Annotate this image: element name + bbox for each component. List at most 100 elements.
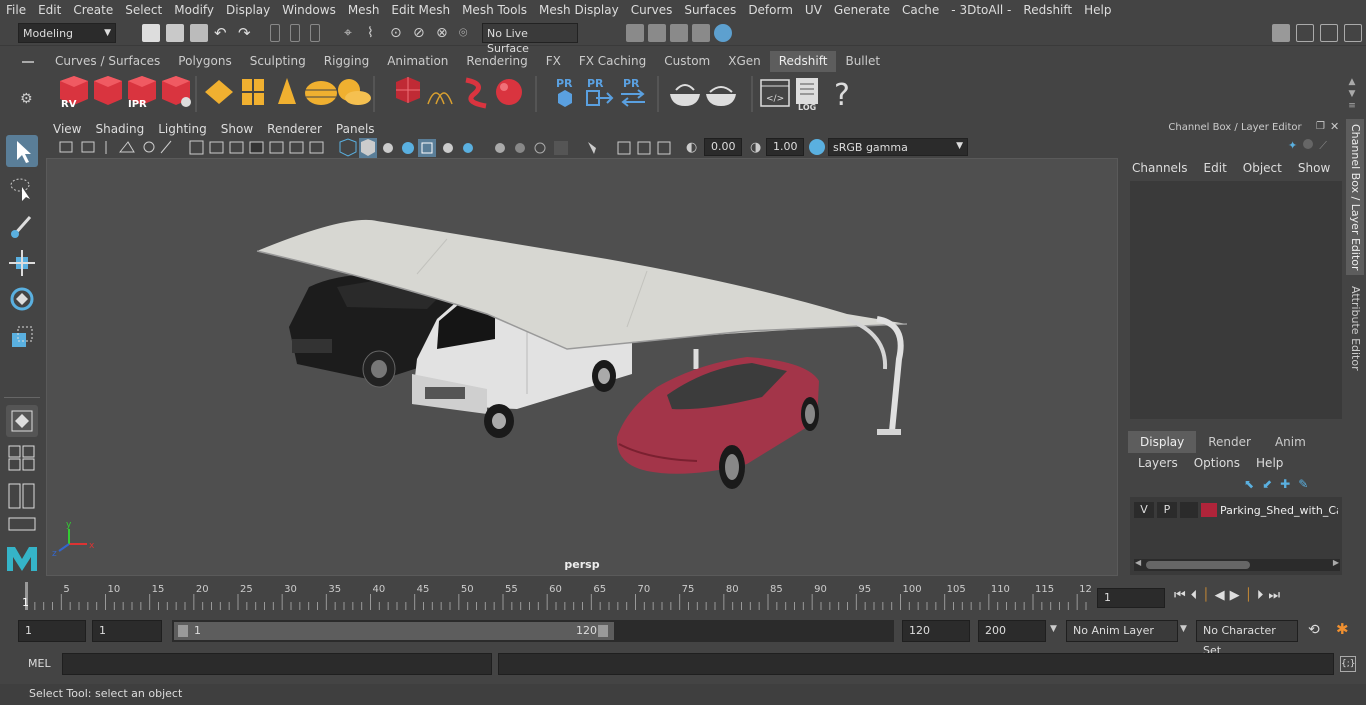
current-frame-field[interactable]: 1 <box>1097 588 1165 608</box>
tab-curves-surfaces[interactable]: Curves / Surfaces <box>46 51 169 72</box>
grid-toggle-icon[interactable] <box>189 140 204 155</box>
step-forward-frame-icon[interactable]: ⏐ <box>1245 588 1252 603</box>
rs-log-button[interactable] <box>796 78 818 104</box>
script-editor-icon[interactable]: {;} <box>1340 656 1356 672</box>
layout-two-pane-button[interactable] <box>8 483 36 509</box>
layer-display-type-toggle[interactable] <box>1180 502 1198 518</box>
float-panel-icon[interactable]: ❐ <box>1316 121 1325 132</box>
viewport-menu-view[interactable]: View <box>46 122 88 136</box>
layer-tab-render[interactable]: Render <box>1196 431 1263 453</box>
safe-title-icon[interactable] <box>309 141 324 154</box>
rs-proxy-import-button[interactable] <box>586 90 614 106</box>
menu-deform[interactable]: Deform <box>742 0 799 20</box>
lasso-tool-button[interactable] <box>6 173 38 205</box>
safe-action-icon[interactable] <box>289 141 304 154</box>
rs-help-button[interactable]: ? <box>834 78 850 113</box>
manipulator-icon[interactable]: ✦ <box>1288 139 1297 153</box>
tab-fx-caching[interactable]: FX Caching <box>570 51 655 72</box>
image-plane-icon[interactable] <box>118 141 135 153</box>
rs-render-sequence-button[interactable] <box>94 76 122 105</box>
new-scene-icon[interactable] <box>142 24 160 42</box>
playback-start-field[interactable]: 1 <box>92 620 162 642</box>
new-layer-icon[interactable]: ✚ <box>1280 477 1290 491</box>
step-forward-key-icon[interactable]: ⏵ <box>1257 588 1264 603</box>
layer-playback-toggle[interactable]: P <box>1157 502 1177 518</box>
viewport-menu-show[interactable]: Show <box>214 122 260 136</box>
viewport-menu-lighting[interactable]: Lighting <box>151 122 214 136</box>
chevron-down-icon[interactable]: ▼ <box>1180 624 1187 634</box>
render-settings-icon[interactable] <box>626 24 644 42</box>
rs-ies-light-button[interactable] <box>305 81 337 105</box>
frame-selected-icon[interactable] <box>657 141 671 155</box>
range-slider[interactable]: 1 120 <box>172 620 894 642</box>
textured-icon[interactable] <box>402 142 414 154</box>
scale-tool-button[interactable] <box>6 321 38 353</box>
channel-menu-channels[interactable]: Channels <box>1132 161 1188 175</box>
ipr-render-icon[interactable] <box>670 24 688 42</box>
xray-active-icon[interactable] <box>637 141 651 155</box>
attribute-editor-toggle-icon[interactable] <box>1320 24 1338 42</box>
close-icon[interactable]: ✕ <box>1330 120 1339 133</box>
wireframe-icon[interactable] <box>339 138 357 157</box>
select-object-icon[interactable] <box>290 24 300 42</box>
start-time-field[interactable]: 1 <box>18 620 86 642</box>
layer-scrollbar[interactable]: ◀ ▶ <box>1134 558 1340 571</box>
channel-box-toggle-icon[interactable] <box>1344 24 1362 42</box>
rs-script-editor-button[interactable]: </> <box>760 79 790 107</box>
viewport-menu-panels[interactable]: Panels <box>329 122 382 136</box>
viewport-menu-renderer[interactable]: Renderer <box>260 122 329 136</box>
redo-icon[interactable]: ↷ <box>238 24 256 42</box>
rs-sun-sky-button[interactable] <box>338 79 371 105</box>
camera-attributes-icon[interactable] <box>81 141 95 153</box>
tab-redshift[interactable]: Redshift <box>769 51 837 72</box>
scrollbar-thumb[interactable] <box>1146 561 1250 569</box>
snap-point-icon[interactable]: ⊙ <box>390 24 408 42</box>
tab-rendering[interactable]: Rendering <box>457 51 536 72</box>
menu-modify[interactable]: Modify <box>168 0 220 20</box>
auto-key-icon[interactable]: ⟲ <box>1308 622 1320 638</box>
rs-material-pie-button[interactable] <box>706 86 736 106</box>
mode-dropdown[interactable]: Modeling ▼ <box>18 23 116 43</box>
layer-color-swatch[interactable] <box>1201 503 1217 517</box>
command-language-label[interactable]: MEL <box>28 657 51 670</box>
layer-tab-anim[interactable]: Anim <box>1263 431 1318 453</box>
hyperbolic-icon[interactable]: ⟋ <box>1319 139 1327 153</box>
exposure-field[interactable]: 0.00 <box>704 138 742 156</box>
snap-view-icon[interactable]: ⌾ <box>459 24 477 42</box>
layer-tab-display[interactable]: Display <box>1128 431 1197 453</box>
new-layer-selected-icon[interactable]: ✎ <box>1298 477 1308 491</box>
rs-area-light-button[interactable] <box>205 80 233 104</box>
playback-end-field[interactable]: 120 <box>902 620 970 642</box>
menu-uv[interactable]: UV <box>799 0 828 20</box>
scroll-left-icon[interactable]: ◀ <box>1135 558 1141 567</box>
layer-menu-help[interactable]: Help <box>1256 456 1283 470</box>
tab-attribute-editor[interactable]: Attribute Editor <box>1346 280 1364 376</box>
layout-quad-button[interactable] <box>8 445 36 471</box>
channel-menu-edit[interactable]: Edit <box>1204 161 1227 175</box>
channel-menu-object[interactable]: Object <box>1243 161 1282 175</box>
layout-outliner-button[interactable] <box>8 517 36 531</box>
tab-xgen[interactable]: XGen <box>719 51 770 72</box>
snap-curve-icon[interactable]: ⌇ <box>367 24 385 42</box>
soft-select-button[interactable] <box>6 405 38 437</box>
go-to-start-icon[interactable]: ⏮ <box>1174 588 1186 603</box>
menu-mesh-display[interactable]: Mesh Display <box>533 0 625 20</box>
color-management-icon[interactable] <box>809 139 825 155</box>
anti-alias-icon[interactable] <box>534 142 546 154</box>
shadows-icon[interactable] <box>463 143 473 153</box>
character-set-field[interactable]: No Character Set <box>1196 620 1298 657</box>
gamma-field[interactable]: 1.00 <box>766 138 804 156</box>
menu-surfaces[interactable]: Surfaces <box>678 0 742 20</box>
default-light-icon[interactable] <box>383 143 393 153</box>
hypershade-icon[interactable] <box>714 24 732 42</box>
go-to-end-icon[interactable]: ⏭ <box>1268 588 1280 603</box>
resolution-gate-icon[interactable] <box>229 141 244 154</box>
range-handle-start[interactable] <box>178 625 188 637</box>
menu-generate[interactable]: Generate <box>828 0 896 20</box>
rs-sphere-button[interactable] <box>496 79 522 105</box>
screen-space-ao-icon[interactable] <box>495 143 505 153</box>
rs-proxy-export-button[interactable] <box>558 90 572 107</box>
menu-cache[interactable]: Cache <box>896 0 945 20</box>
2d-pan-icon[interactable] <box>143 141 155 153</box>
play-backward-icon[interactable]: ◀ <box>1215 588 1225 603</box>
